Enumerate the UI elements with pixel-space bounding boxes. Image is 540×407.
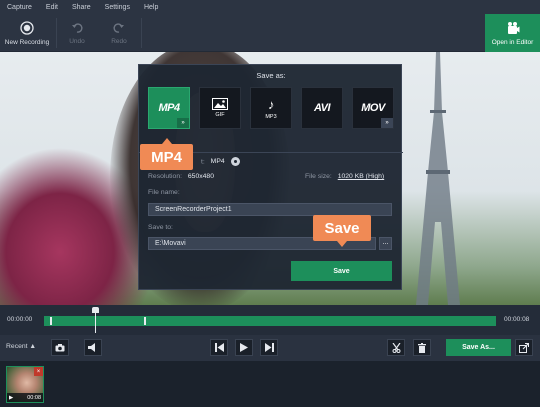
format-value: MP4 [210,158,225,166]
format-mov-button[interactable]: MOV » [352,87,394,129]
format-label: t: [201,158,205,166]
mp4-callout: MP4 [140,138,193,170]
playhead[interactable] [92,307,99,333]
timeline[interactable]: 00:00:00 00:00:08 [0,305,540,335]
gear-icon[interactable] [230,157,240,166]
filesize-row: File size: 1020 KB (High) [305,173,384,180]
recent-recordings: × ▶ 00:08 [0,361,540,407]
delete-button[interactable] [413,339,431,356]
format-gif-button[interactable]: GIF [199,87,241,129]
menu-edit[interactable]: Edit [39,4,65,11]
skip-back-button[interactable] [210,339,228,356]
timeline-track[interactable] [44,316,496,326]
avi-icon: AVI [313,102,331,114]
trash-icon [418,342,426,353]
format-avi-button[interactable]: AVI [301,87,343,129]
eiffel-tower-image [416,52,460,305]
more-options-icon[interactable]: » [381,118,393,128]
mp4-icon: MP4 [158,102,180,114]
mp3-label: MP3 [265,113,277,120]
time-start: 00:00:00 [7,316,33,323]
speaker-icon [88,343,95,352]
toolbar: New Recording Undo Redo Open in Editor [0,14,540,52]
trim-marker[interactable] [144,317,146,325]
redo-label: Redo [111,37,127,45]
menu-settings[interactable]: Settings [98,4,137,11]
save-dialog: Save as: MP4 » GIF ♪ MP3 AVI MOV » t: MP… [138,64,403,290]
new-recording-label: New Recording [4,38,50,46]
resolution-label: Resolution: [148,173,183,180]
menu-bar: Capture Edit Share Settings Help [0,0,540,14]
format-mp3-button[interactable]: ♪ MP3 [250,87,292,129]
undo-label: Undo [69,37,85,45]
open-in-editor-label: Open in Editor [491,38,534,46]
camera-icon [55,343,65,351]
record-icon [20,20,34,35]
gif-label: GIF [215,112,225,118]
thumbnail-bar: ▶ 00:08 [7,393,43,402]
skip-back-icon [214,343,224,352]
editor-icon [507,21,519,34]
share-button[interactable] [515,339,533,356]
open-in-editor-button[interactable]: Open in Editor [485,14,540,52]
play-icon [240,343,248,352]
thumbnail-duration: 00:08 [27,394,41,401]
scissors-icon [392,342,400,353]
playback-controls: Recent ▲ Save As... [0,335,540,361]
more-options-icon[interactable]: » [177,118,189,128]
format-row: t: MP4 [201,157,240,166]
time-end: 00:00:08 [504,316,530,323]
redo-icon [113,22,124,33]
play-button[interactable] [235,339,253,356]
filesize-link[interactable]: 1020 KB (High) [338,173,384,180]
share-icon [519,342,529,353]
resolution-row: Resolution: 650x480 [148,173,214,180]
redo-button[interactable]: Redo [100,14,138,52]
skip-forward-icon [264,343,274,352]
recent-toggle[interactable]: Recent ▲ [6,343,36,350]
menu-share[interactable]: Share [65,4,98,11]
save-button[interactable]: Save [291,261,392,281]
mov-icon: MOV [361,102,385,114]
screen-recorder-app: Capture Edit Share Settings Help New Rec… [0,0,540,407]
music-note-icon: ♪ [268,96,275,112]
dialog-title: Save as: [256,71,286,80]
toolbar-divider [56,18,57,48]
filesize-label: File size: [305,173,332,180]
cut-button[interactable] [387,339,405,356]
save-callout: Save [313,215,371,247]
resolution-value: 650x480 [187,173,214,180]
format-mp4-button[interactable]: MP4 » [148,87,190,129]
play-icon: ▶ [9,394,14,401]
trim-start-marker[interactable] [50,317,52,325]
menu-capture[interactable]: Capture [0,4,39,11]
gif-image-icon [212,98,228,110]
undo-button[interactable]: Undo [58,14,96,52]
menu-help[interactable]: Help [137,4,165,11]
close-icon[interactable]: × [34,367,43,376]
toolbar-divider [141,18,142,48]
saveto-label: Save to: [148,224,173,231]
browse-button[interactable]: ... [379,237,392,250]
undo-icon [72,22,83,33]
new-recording-button[interactable]: New Recording [0,14,54,52]
save-as-button[interactable]: Save As... [446,339,511,356]
volume-button[interactable] [84,339,102,356]
filename-label: File name: [148,189,180,196]
skip-forward-button[interactable] [260,339,278,356]
screenshot-button[interactable] [51,339,69,356]
recent-recording-thumbnail[interactable]: × ▶ 00:08 [6,366,44,403]
video-preview: Save as: MP4 » GIF ♪ MP3 AVI MOV » t: MP… [0,52,540,305]
